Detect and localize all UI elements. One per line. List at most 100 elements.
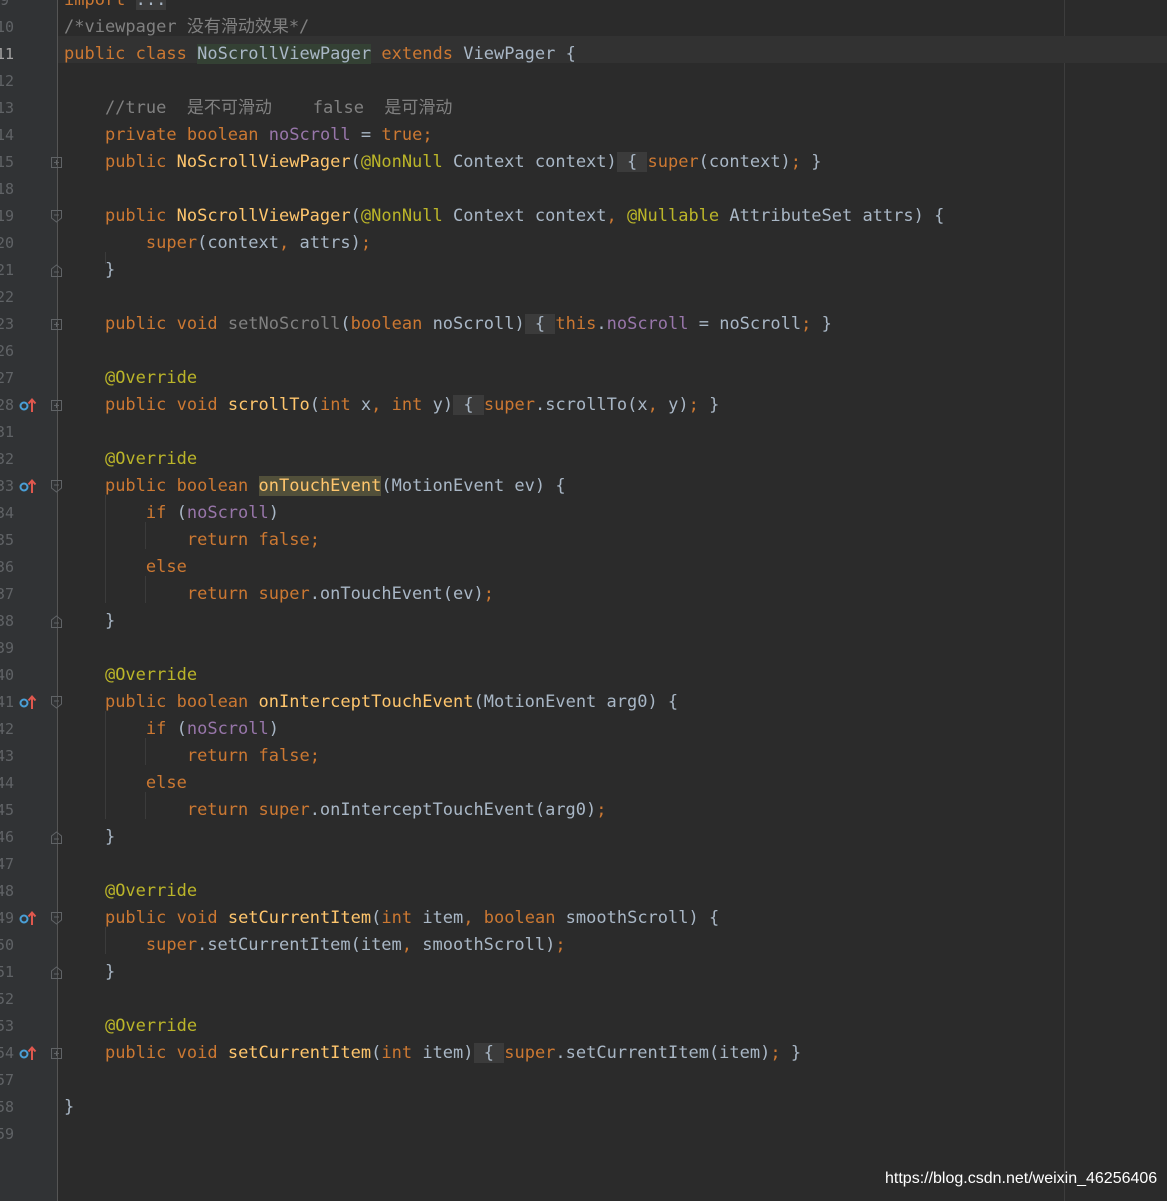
fold-marker-icon[interactable]: [51, 318, 62, 331]
line-number: 22: [0, 288, 14, 306]
code-line[interactable]: 43 return false;: [0, 743, 1167, 770]
code-text: return super.onTouchEvent(ev);: [186, 584, 494, 604]
code-text: public void scrollTo(int x, int y) { sup…: [104, 395, 720, 415]
code-line[interactable]: 20 super(context, attrs);: [0, 230, 1167, 257]
code-text: if (noScroll): [145, 503, 279, 523]
code-line[interactable]: 42 if (noScroll): [0, 716, 1167, 743]
watermark-url: https://blog.csdn.net/weixin_46256406: [885, 1170, 1158, 1187]
code-line[interactable]: 40 @Override: [0, 662, 1167, 689]
line-number: 52: [0, 990, 14, 1008]
code-line[interactable]: 39: [0, 635, 1167, 662]
override-method-icon[interactable]: [19, 1045, 37, 1061]
code-line[interactable]: 11 public class NoScrollViewPager extends…: [0, 41, 1167, 68]
code-text: public NoScrollViewPager(@NonNull Contex…: [104, 206, 945, 226]
line-number: 14: [0, 126, 14, 144]
line-number: 12: [0, 72, 14, 90]
code-line[interactable]: 32 @Override: [0, 446, 1167, 473]
line-number: 39: [0, 639, 14, 657]
code-line[interactable]: 41 public boolean onInterceptTouchEvent(…: [0, 689, 1167, 716]
code-line[interactable]: 49 public void setCurrentItem(int item, …: [0, 905, 1167, 932]
code-text: /*viewpager 没有滑动效果*/: [64, 17, 310, 37]
code-line[interactable]: 53 @Override: [0, 1013, 1167, 1040]
code-line[interactable]: 45 return super.onInterceptTouchEvent(ar…: [0, 797, 1167, 824]
code-text: public NoScrollViewPager(@NonNull Contex…: [104, 152, 822, 172]
fold-marker-icon[interactable]: [51, 210, 62, 223]
code-text: }: [64, 260, 116, 280]
code-line[interactable]: 36 else: [0, 554, 1167, 581]
code-line[interactable]: 50 super.setCurrentItem(item, smoothScro…: [0, 932, 1167, 959]
fold-marker-icon[interactable]: [51, 399, 62, 412]
code-line[interactable]: 12: [0, 68, 1167, 95]
code-line[interactable]: 37 return super.onTouchEvent(ev);: [0, 581, 1167, 608]
code-line[interactable]: 59: [0, 1121, 1167, 1148]
code-line[interactable]: 13 //true 是不可滑动 false 是可滑动: [0, 95, 1167, 122]
code-line[interactable]: 44 else: [0, 770, 1167, 797]
code-text: @Override: [104, 449, 198, 469]
code-text: @Override: [104, 665, 198, 685]
code-text: @Override: [104, 1016, 198, 1036]
code-line[interactable]: 9 import ...: [0, 0, 1167, 14]
code-line[interactable]: 52: [0, 986, 1167, 1013]
code-line[interactable]: 57: [0, 1067, 1167, 1094]
code-text: }: [64, 1097, 75, 1117]
line-number: 38: [0, 612, 14, 630]
fold-marker-icon[interactable]: [51, 696, 62, 709]
fold-marker-icon[interactable]: [51, 912, 62, 925]
fold-marker-icon[interactable]: [51, 615, 62, 628]
line-number: 21: [0, 261, 14, 279]
override-method-icon[interactable]: [19, 478, 37, 494]
code-line[interactable]: 21 }: [0, 257, 1167, 284]
line-number: 50: [0, 936, 14, 954]
code-line[interactable]: 10 /*viewpager 没有滑动效果*/: [0, 14, 1167, 41]
code-text: if (noScroll): [145, 719, 279, 739]
code-line[interactable]: 46 }: [0, 824, 1167, 851]
code-line[interactable]: 48 @Override: [0, 878, 1167, 905]
override-method-icon[interactable]: [19, 910, 37, 926]
code-line[interactable]: 33 public boolean onTouchEvent(MotionEve…: [0, 473, 1167, 500]
code-line[interactable]: 34 if (noScroll): [0, 500, 1167, 527]
line-number: 40: [0, 666, 14, 684]
code-text: public void setCurrentItem(int item, boo…: [104, 908, 720, 928]
fold-marker-icon[interactable]: [51, 480, 62, 493]
code-line[interactable]: 58}: [0, 1094, 1167, 1121]
code-line[interactable]: 54 public void setCurrentItem(int item) …: [0, 1040, 1167, 1067]
code-text: else: [145, 773, 187, 793]
line-number: 28: [0, 396, 14, 414]
code-line[interactable]: 31: [0, 419, 1167, 446]
code-line[interactable]: 35 return false;: [0, 527, 1167, 554]
code-line[interactable]: 22: [0, 284, 1167, 311]
line-number: 48: [0, 882, 14, 900]
line-number: 15: [0, 153, 14, 171]
line-number: 32: [0, 450, 14, 468]
code-line[interactable]: 19 public NoScrollViewPager(@NonNull Con…: [0, 203, 1167, 230]
code-line[interactable]: 15 public NoScrollViewPager(@NonNull Con…: [0, 149, 1167, 176]
code-line[interactable]: 26: [0, 338, 1167, 365]
fold-marker-icon[interactable]: [51, 156, 62, 169]
line-number: 13: [0, 99, 14, 117]
code-line[interactable]: 47: [0, 851, 1167, 878]
code-line[interactable]: 51 }: [0, 959, 1167, 986]
code-text: return false;: [186, 746, 320, 766]
code-line[interactable]: 23 public void setNoScroll(boolean noScr…: [0, 311, 1167, 338]
fold-marker-icon[interactable]: [51, 966, 62, 979]
fold-marker-icon[interactable]: [51, 1047, 62, 1060]
code-line[interactable]: 18: [0, 176, 1167, 203]
code-text: }: [64, 611, 116, 631]
override-method-icon[interactable]: [19, 397, 37, 413]
code-line[interactable]: 14 private boolean noScroll = true;: [0, 122, 1167, 149]
code-line[interactable]: 38 }: [0, 608, 1167, 635]
code-text: return false;: [186, 530, 320, 550]
line-number: 18: [0, 180, 14, 198]
code-line[interactable]: 28 public void scrollTo(int x, int y) { …: [0, 392, 1167, 419]
line-number: 37: [0, 585, 14, 603]
fold-marker-icon[interactable]: [51, 831, 62, 844]
override-method-icon[interactable]: [19, 694, 37, 710]
code-text: super(context, attrs);: [145, 233, 372, 253]
code-line[interactable]: 27 @Override: [0, 365, 1167, 392]
code-text: else: [145, 557, 187, 577]
line-number: 33: [0, 477, 14, 495]
line-number: 43: [0, 747, 14, 765]
fold-marker-icon[interactable]: [51, 264, 62, 277]
line-number: 35: [0, 531, 14, 549]
line-number: 23: [0, 315, 14, 333]
